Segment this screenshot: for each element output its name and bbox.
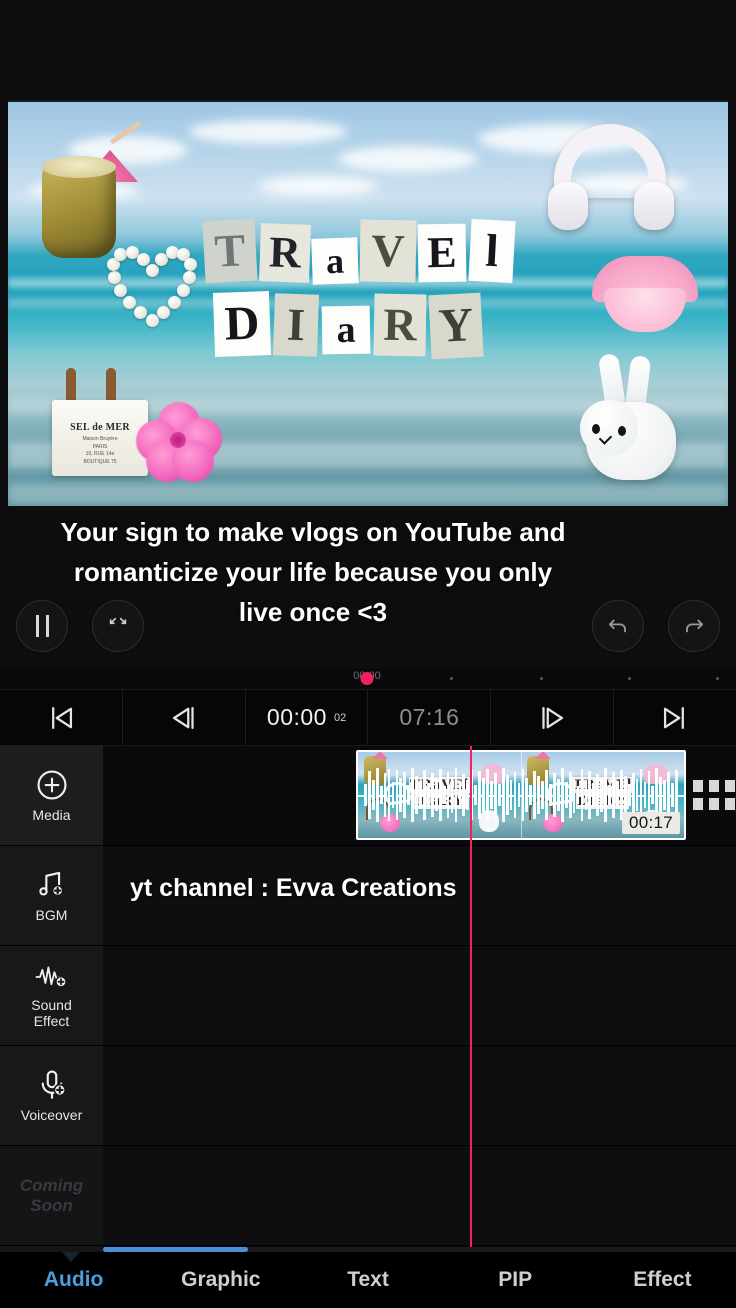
- tab-pip[interactable]: PIP: [442, 1268, 589, 1292]
- redo-button[interactable]: [668, 600, 720, 652]
- title-letter: E: [417, 223, 467, 283]
- sidebar-item-label: Sound Effect: [31, 996, 72, 1029]
- total-duration-value: 07:16: [399, 704, 460, 730]
- video-preview[interactable]: SEL de MER Maison Bruyère PARIS 10, RUE 14…: [8, 100, 728, 506]
- next-frame-icon: [542, 706, 564, 729]
- title-letter: l: [468, 218, 516, 284]
- tab-effect[interactable]: Effect: [589, 1268, 736, 1292]
- microphone-add-icon: [41, 1070, 66, 1099]
- undo-button[interactable]: [592, 600, 644, 652]
- sidebar-item-sound-effect[interactable]: Sound Effect: [0, 946, 103, 1046]
- tab-audio[interactable]: Audio: [0, 1268, 147, 1292]
- plus-circle-icon: [36, 770, 67, 800]
- timeline[interactable]: Media BGM Sound Effect Voiceover Coming …: [0, 746, 736, 1252]
- horizontal-scrollbar-thumb[interactable]: [103, 1247, 248, 1252]
- playhead-handle[interactable]: [360, 672, 374, 685]
- sidebar-item-voiceover[interactable]: Voiceover: [0, 1046, 103, 1146]
- waveform-add-icon: [35, 966, 67, 988]
- tool-rail: Media BGM Sound Effect Voiceover Coming …: [0, 746, 103, 1252]
- play-pause-button[interactable]: [16, 600, 68, 652]
- skip-to-start-button[interactable]: [0, 690, 123, 745]
- title-letter: T: [202, 218, 258, 284]
- track-row[interactable]: [103, 1146, 736, 1246]
- title-letter: I: [272, 293, 320, 357]
- ruler-tick: [540, 677, 543, 680]
- tab-text[interactable]: Text: [294, 1268, 441, 1292]
- sidebar-item-label: Media: [32, 806, 71, 823]
- cloud-shape: [258, 176, 378, 196]
- ruler-tick: [450, 677, 453, 680]
- playhead-line: [470, 746, 472, 1252]
- active-tab-caret: [61, 1251, 81, 1262]
- video-clip[interactable]: TRaVElDIaRY TRaVElDIaRY: [356, 750, 686, 840]
- pearl-heart-sticker: [103, 240, 201, 328]
- cloud-shape: [188, 120, 348, 144]
- transport-bar: 00:00 02 07:16: [0, 690, 736, 746]
- music-note-add-icon: [38, 871, 64, 897]
- video-editor-app: SEL de MER Maison Bruyère PARIS 10, RUE 14…: [0, 0, 736, 1308]
- sidebar-item-coming-soon: Coming Soon: [0, 1146, 103, 1246]
- bunny-plush-sticker: [578, 352, 686, 488]
- text-track-label[interactable]: yt channel : Evva Creations: [130, 874, 457, 903]
- ruler-tick: [716, 677, 719, 680]
- track-row[interactable]: [103, 946, 736, 1046]
- cloud-shape: [338, 146, 478, 172]
- redo-icon: [686, 619, 704, 633]
- previous-frame-button[interactable]: [123, 690, 246, 745]
- tab-graphic[interactable]: Graphic: [147, 1268, 294, 1292]
- title-letter: R: [373, 293, 427, 357]
- skip-to-end-button[interactable]: [614, 690, 736, 745]
- grid-layout-icon[interactable]: [691, 778, 736, 812]
- clip-duration-badge: 00:17: [621, 812, 680, 834]
- current-time-display[interactable]: 00:00 02: [246, 690, 369, 745]
- title-letter: V: [359, 219, 417, 283]
- next-frame-button[interactable]: [491, 690, 615, 745]
- track-row[interactable]: [103, 1046, 736, 1146]
- title-letter: a: [311, 237, 359, 285]
- ruler-tick: [628, 677, 631, 680]
- tote-brand-text: SEL de MER: [70, 422, 130, 433]
- skip-to-start-icon: [51, 706, 72, 729]
- title-letter: D: [212, 291, 272, 357]
- sidebar-item-label: Voiceover: [20, 1106, 83, 1123]
- pause-icon: [35, 615, 49, 637]
- headphones-sticker: [548, 124, 674, 230]
- tote-sub-text: Maison Bruyère PARIS 10, RUE 14e BOUTIQUE 7…: [82, 436, 118, 465]
- track-row[interactable]: yt channel : Evva Creations: [103, 846, 736, 946]
- title-letter: R: [259, 223, 311, 283]
- sidebar-item-label: BGM: [35, 906, 68, 923]
- track-area[interactable]: TRaVElDIaRY TRaVElDIaRY: [103, 746, 736, 1252]
- hibiscus-flower-sticker: [136, 402, 222, 482]
- total-duration-display: 07:16: [368, 690, 492, 745]
- undo-icon: [608, 619, 626, 633]
- pink-shell-sticker: [592, 256, 698, 332]
- current-frames-value: 02: [333, 711, 347, 724]
- sidebar-item-bgm[interactable]: BGM: [0, 846, 103, 946]
- current-time-value: 00:00: [266, 704, 327, 730]
- title-letter: Y: [428, 292, 484, 360]
- previous-frame-icon: [172, 706, 194, 729]
- track-row[interactable]: TRaVElDIaRY TRaVElDIaRY: [103, 746, 736, 846]
- title-letter: a: [321, 305, 371, 355]
- preview-area: SEL de MER Maison Bruyère PARIS 10, RUE 14…: [0, 0, 736, 668]
- sidebar-item-media[interactable]: Media: [0, 746, 103, 846]
- skip-to-end-icon: [663, 706, 684, 729]
- expand-arrows-icon: [109, 617, 127, 625]
- expand-preview-button[interactable]: [92, 600, 144, 652]
- bottom-tab-bar: Audio Graphic Text PIP Effect: [0, 1251, 736, 1308]
- sidebar-item-label: Coming Soon: [19, 1176, 84, 1215]
- timeline-ruler[interactable]: 00:00: [0, 668, 736, 690]
